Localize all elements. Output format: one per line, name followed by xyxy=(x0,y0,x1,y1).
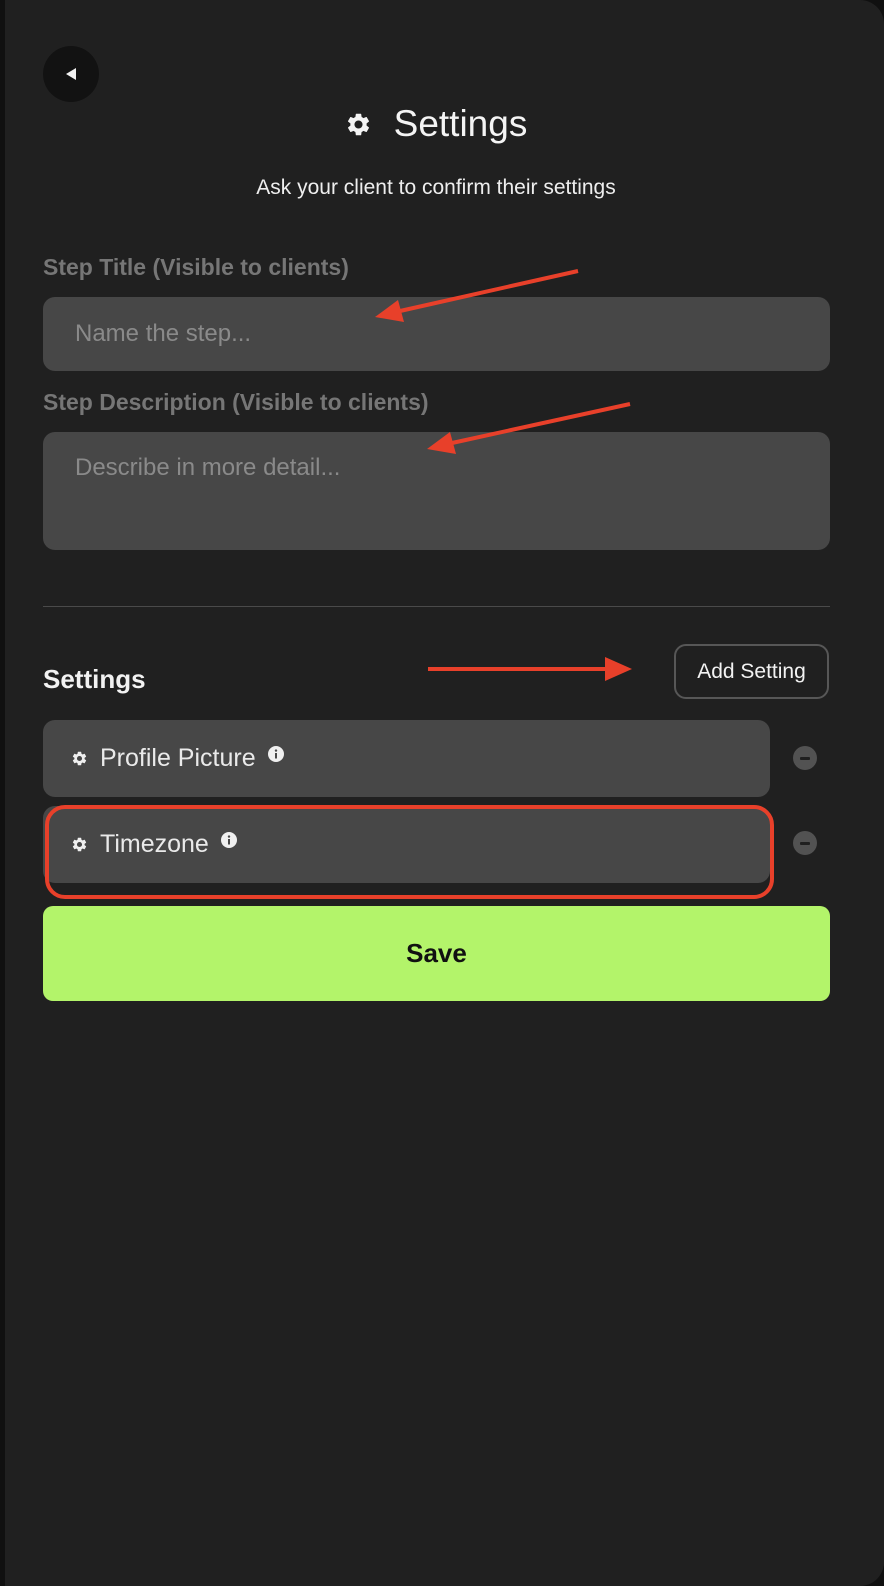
gear-icon xyxy=(347,113,369,135)
info-icon[interactable] xyxy=(220,831,237,848)
page-title: Settings xyxy=(393,103,528,144)
back-button[interactable] xyxy=(43,46,99,102)
info-icon[interactable] xyxy=(267,745,284,762)
setting-item-timezone[interactable]: Timezone xyxy=(43,806,770,883)
setting-item-label: Timezone xyxy=(100,830,209,858)
step-description-input[interactable] xyxy=(43,432,830,550)
gear-icon xyxy=(71,750,88,767)
step-title-input[interactable] xyxy=(43,297,830,371)
setting-item-profile-picture[interactable]: Profile Picture xyxy=(43,720,770,797)
page-header: Settings xyxy=(5,100,867,148)
add-setting-button[interactable]: Add Setting xyxy=(674,644,829,699)
minus-circle-icon xyxy=(800,756,810,760)
setting-item-label: Profile Picture xyxy=(100,744,256,772)
step-description-label: Step Description (Visible to clients) xyxy=(43,389,429,415)
triangle-left-icon xyxy=(66,68,76,80)
remove-profile-picture-button[interactable] xyxy=(793,746,817,770)
page-subtitle: Ask your client to confirm their setting… xyxy=(256,176,616,199)
settings-section-title: Settings xyxy=(43,664,146,694)
step-title-label: Step Title (Visible to clients) xyxy=(43,254,349,280)
gear-icon xyxy=(71,836,88,853)
settings-panel: Settings Ask your client to confirm thei… xyxy=(5,0,884,1586)
minus-circle-icon xyxy=(800,841,810,845)
save-button[interactable]: Save xyxy=(43,906,830,1001)
section-divider xyxy=(43,606,830,607)
remove-timezone-button[interactable] xyxy=(793,831,817,855)
